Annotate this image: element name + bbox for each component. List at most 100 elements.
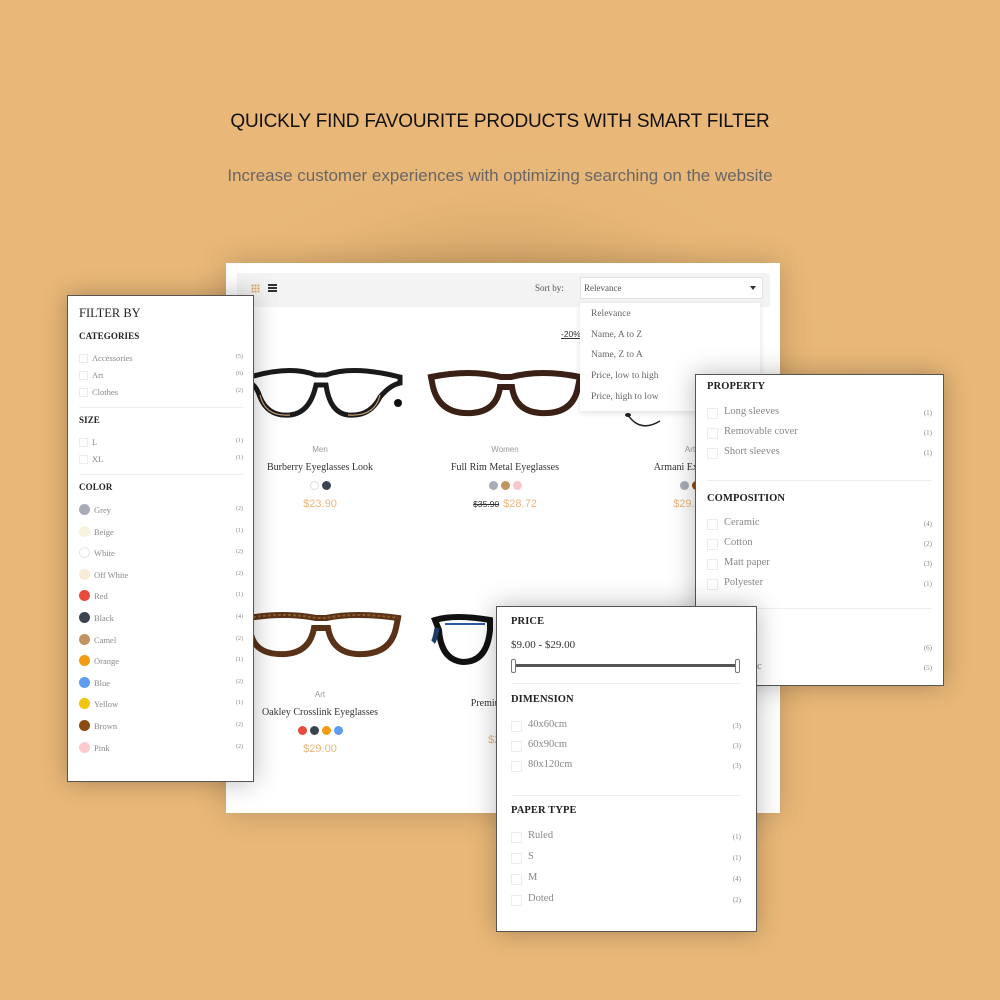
list-view-icon[interactable] — [268, 284, 277, 292]
filter-count: (5) — [923, 664, 932, 672]
checkbox[interactable] — [707, 579, 718, 590]
checkbox[interactable] — [511, 741, 522, 752]
checkbox[interactable] — [79, 438, 88, 447]
filter-item-color-white[interactable]: White (2) — [79, 547, 243, 569]
color-swatch[interactable] — [79, 525, 90, 537]
color-swatch[interactable] — [79, 719, 90, 731]
filter-item-short-sleeves[interactable]: Short sleeves (1) — [707, 446, 932, 466]
slider-handle-min[interactable] — [511, 659, 516, 673]
filter-item-color-beige[interactable]: Beige (1) — [79, 525, 243, 548]
filter-item-color-yellow[interactable]: Yellow (1) — [79, 698, 243, 720]
sort-option-relevance[interactable]: Relevance — [580, 308, 760, 329]
checkbox[interactable] — [707, 428, 718, 439]
color-swatch[interactable] — [79, 611, 90, 623]
filter-count: (1) — [923, 449, 932, 457]
checkbox[interactable] — [707, 519, 718, 530]
filter-item-color-black[interactable]: Black (4) — [79, 611, 243, 634]
swatch-pink[interactable] — [512, 481, 522, 490]
checkbox[interactable] — [511, 721, 522, 732]
filter-item-ceramic[interactable]: Ceramic (4) — [707, 517, 932, 537]
filter-item-color-grey[interactable]: Grey (2) — [79, 504, 243, 526]
filter-item-color-red[interactable]: Red (1) — [79, 590, 243, 612]
color-swatch[interactable] — [79, 547, 90, 559]
sort-select[interactable]: Relevance — [580, 277, 763, 299]
swatch-camel[interactable] — [500, 481, 510, 490]
color-swatch[interactable] — [79, 741, 90, 753]
filter-count: (2) — [236, 635, 243, 642]
swatch-grey[interactable] — [679, 481, 689, 490]
swatch-black[interactable] — [309, 726, 319, 735]
filter-count: (3) — [923, 560, 932, 568]
filter-item-doted[interactable]: Doted (2) — [511, 893, 741, 914]
checkbox[interactable] — [79, 388, 88, 397]
product-name[interactable]: Oakley Crosslink Eyeglasses — [230, 707, 410, 718]
filter-item-60x90[interactable]: 60x90cm (3) — [511, 739, 741, 759]
checkbox[interactable] — [707, 448, 718, 459]
filter-item-m[interactable]: M (4) — [511, 872, 741, 893]
checkbox[interactable] — [79, 354, 88, 363]
filter-item-long-sleeves[interactable]: Long sleeves (1) — [707, 406, 932, 426]
filter-item-s[interactable]: S (1) — [511, 851, 741, 872]
price-range-slider[interactable] — [511, 659, 747, 673]
filter-item-80x120[interactable]: 80x120cm (3) — [511, 759, 741, 779]
sort-option-name-asc[interactable]: Name, A to Z — [580, 329, 760, 350]
color-swatch[interactable] — [79, 676, 90, 688]
color-swatch[interactable] — [79, 590, 90, 602]
swatch-black[interactable] — [321, 481, 331, 490]
filter-item-color-off-white[interactable]: Off White (2) — [79, 568, 243, 591]
product-card[interactable]: Art Oakley Crosslink Eyeglasses $29.00 — [230, 600, 410, 755]
filter-item-size-xl[interactable]: XL (1) — [79, 453, 243, 470]
filter-item-clothes[interactable]: Clothes (2) — [79, 386, 243, 403]
filter-item-art[interactable]: Art (6) — [79, 369, 243, 386]
color-swatch[interactable] — [79, 504, 90, 515]
filter-item-accessories[interactable]: Accessories (5) — [79, 352, 243, 369]
filter-item-color-brown[interactable]: Brown (2) — [79, 719, 243, 742]
filter-item-removable-cover[interactable]: Removable cover (1) — [707, 426, 932, 446]
product-image[interactable] — [230, 355, 410, 445]
filter-item-size-l[interactable]: L (1) — [79, 436, 243, 453]
product-price: $28.72 — [503, 498, 537, 510]
filter-item-polyester[interactable]: Polyester (1) — [707, 577, 932, 597]
checkbox[interactable] — [511, 761, 522, 772]
color-swatch[interactable] — [79, 698, 90, 710]
checkbox[interactable] — [79, 455, 88, 464]
checkbox[interactable] — [511, 832, 522, 843]
product-name[interactable]: Full Rim Metal Eyeglasses — [415, 462, 595, 473]
filter-item-color-camel[interactable]: Camel (2) — [79, 633, 243, 656]
swatch-red[interactable] — [297, 726, 307, 735]
product-card[interactable]: Women Full Rim Metal Eyeglasses $35.90 $2… — [415, 355, 595, 510]
checkbox[interactable] — [511, 874, 522, 885]
slider-handle-max[interactable] — [735, 659, 740, 673]
color-swatch[interactable] — [79, 633, 90, 645]
product-price-block: $35.90 $28.72 — [415, 498, 595, 510]
checkbox[interactable] — [707, 539, 718, 550]
product-image[interactable] — [230, 600, 410, 690]
filter-item-40x60[interactable]: 40x60cm (3) — [511, 719, 741, 739]
color-swatch[interactable] — [79, 568, 90, 580]
swatch-grey[interactable] — [488, 481, 498, 490]
filter-item-color-orange[interactable]: Orange (1) — [79, 655, 243, 677]
filter-item-ruled[interactable]: Ruled (1) — [511, 830, 741, 851]
product-image[interactable] — [415, 355, 595, 445]
sort-option-name-desc[interactable]: Name, Z to A — [580, 349, 760, 370]
checkbox[interactable] — [511, 895, 522, 906]
color-swatch[interactable] — [79, 655, 90, 667]
swatch-orange[interactable] — [321, 726, 331, 735]
filter-item-matt-paper[interactable]: Matt paper (3) — [707, 557, 932, 577]
product-card[interactable]: Men Burberry Eyeglasses Look $23.90 — [230, 355, 410, 510]
filter-item-color-blue[interactable]: Blue (2) — [79, 676, 243, 699]
checkbox[interactable] — [79, 371, 88, 380]
swatch-blue[interactable] — [333, 726, 343, 735]
checkbox[interactable] — [707, 408, 718, 419]
filter-count: (5) — [236, 354, 243, 360]
grid-view-icon[interactable] — [251, 284, 260, 293]
swatch-white[interactable] — [309, 481, 319, 490]
product-name[interactable]: Burberry Eyeglasses Look — [230, 462, 410, 473]
checkbox[interactable] — [707, 559, 718, 570]
filter-count: (1) — [923, 429, 932, 437]
filter-item-color-pink[interactable]: Pink (2) — [79, 741, 243, 764]
checkbox[interactable] — [511, 853, 522, 864]
product-price: $29.00 — [303, 743, 337, 755]
filter-item-cotton[interactable]: Cotton (2) — [707, 537, 932, 557]
filter-count: (1) — [732, 833, 741, 841]
